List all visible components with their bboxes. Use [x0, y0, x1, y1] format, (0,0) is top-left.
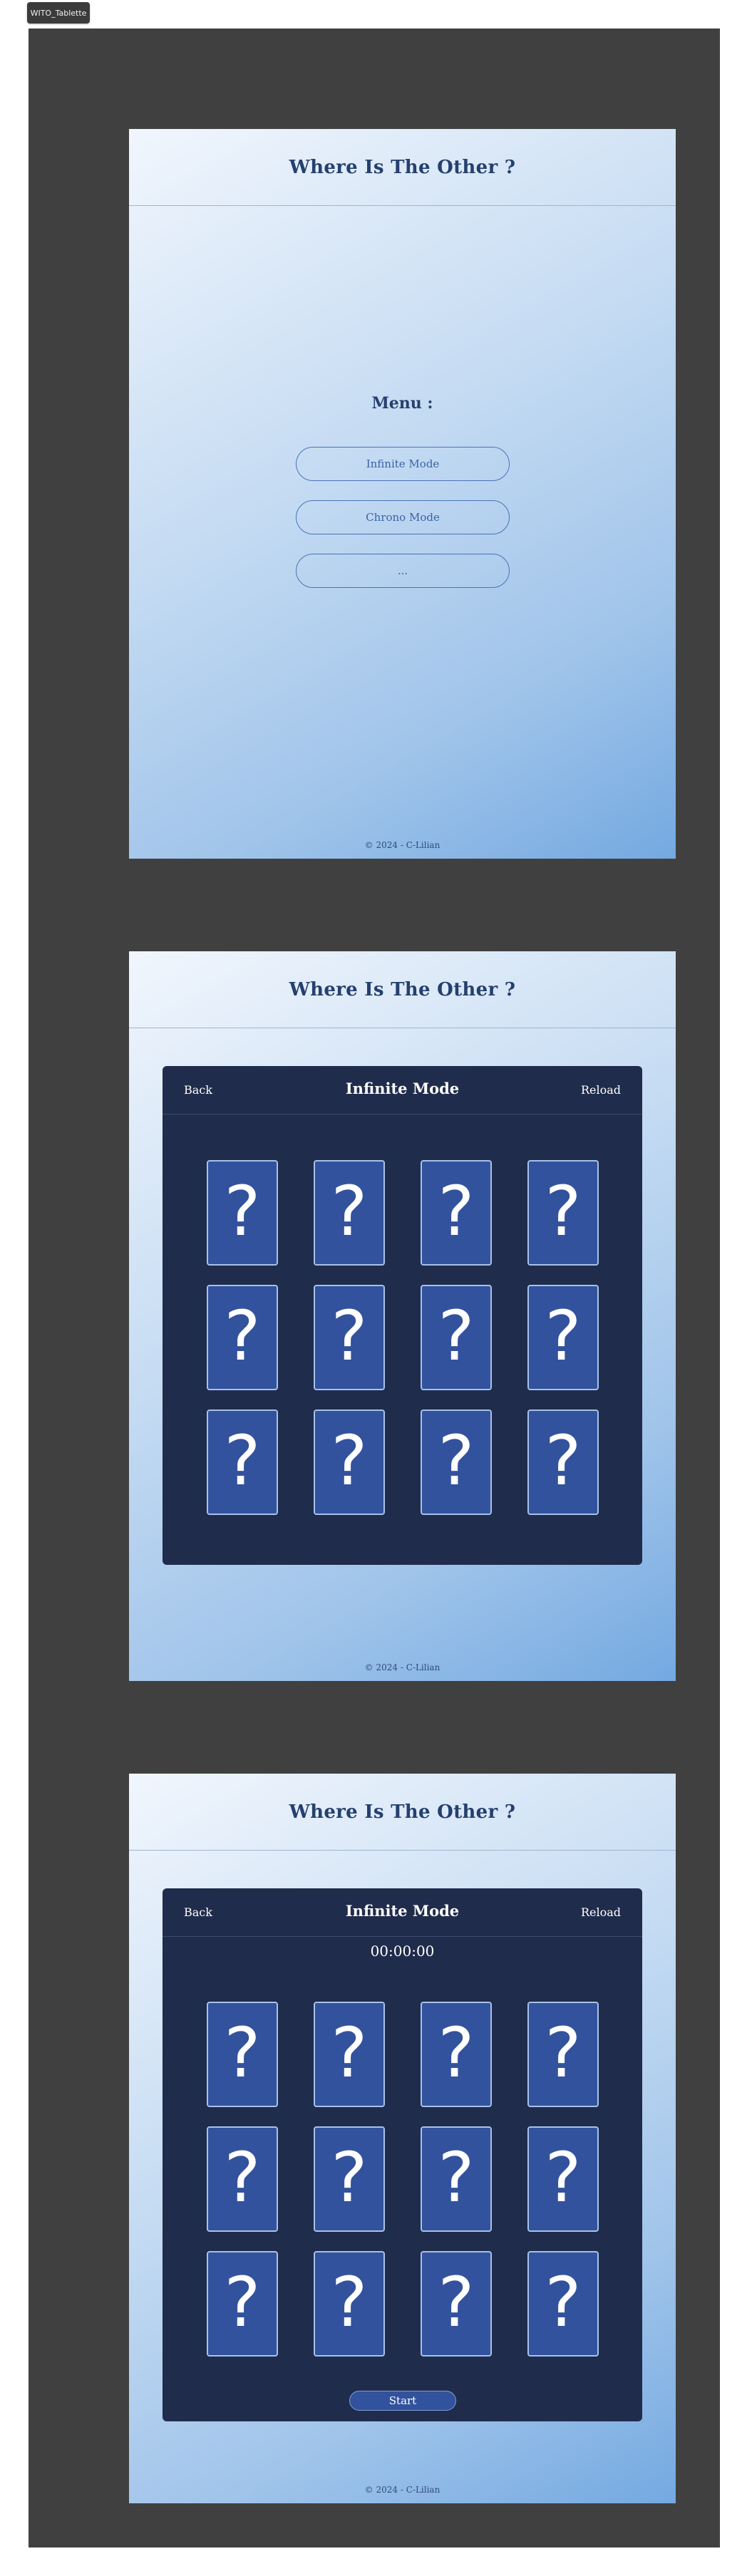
memory-card[interactable]: ?	[314, 2002, 385, 2107]
memory-card[interactable]: ?	[207, 2126, 278, 2232]
question-mark-icon: ?	[331, 1296, 368, 1376]
memory-card[interactable]: ?	[421, 1160, 492, 1266]
question-mark-icon: ?	[438, 2262, 475, 2342]
memory-card[interactable]: ?	[421, 2002, 492, 2107]
menu-heading: Menu :	[371, 394, 433, 413]
memory-card[interactable]: ?	[207, 2002, 278, 2107]
memory-card[interactable]: ?	[207, 1285, 278, 1390]
chrono-mode-screen: Where Is The Other ? Back Infinite Mode …	[129, 1774, 676, 2503]
app-header: Where Is The Other ?	[129, 951, 676, 1028]
question-mark-icon: ?	[331, 2138, 368, 2218]
chrono-mode-button[interactable]: Chrono Mode	[296, 500, 510, 534]
question-mark-icon: ?	[438, 1296, 475, 1376]
memory-card[interactable]: ?	[421, 1409, 492, 1515]
memory-card[interactable]: ?	[314, 1409, 385, 1515]
memory-card[interactable]: ?	[207, 2251, 278, 2357]
question-mark-icon: ?	[438, 2138, 475, 2218]
footer-copyright: © 2024 - C-Lilian	[364, 2485, 441, 2495]
infinite-mode-screen: Where Is The Other ? Back Infinite Mode …	[129, 951, 676, 1681]
memory-card[interactable]: ?	[207, 1160, 278, 1266]
memory-card[interactable]: ?	[421, 2126, 492, 2232]
app-header: Where Is The Other ?	[129, 1774, 676, 1851]
start-button[interactable]: Start	[349, 2391, 456, 2411]
app-title: Where Is The Other ?	[289, 1801, 516, 1823]
device-frame: Where Is The Other ? Menu : Infinite Mod…	[29, 29, 720, 2547]
menu-screen: Where Is The Other ? Menu : Infinite Mod…	[129, 129, 676, 859]
frame-label: WITO_Tablette	[27, 2, 90, 24]
game-panel: Back Infinite Mode Reload ????????????	[163, 1066, 642, 1565]
memory-card[interactable]: ?	[314, 1285, 385, 1390]
memory-card[interactable]: ?	[527, 1409, 599, 1515]
card-grid: ????????????	[163, 1888, 642, 2421]
memory-card[interactable]: ?	[314, 2126, 385, 2232]
question-mark-icon: ?	[545, 2262, 582, 2342]
app-header: Where Is The Other ?	[129, 129, 676, 206]
question-mark-icon: ?	[224, 2138, 261, 2218]
app-title: Where Is The Other ?	[289, 156, 516, 178]
memory-card[interactable]: ?	[527, 2251, 599, 2357]
question-mark-icon: ?	[331, 1421, 368, 1501]
more-modes-button[interactable]: ...	[296, 554, 510, 588]
question-mark-icon: ?	[331, 1171, 368, 1251]
game-panel: Back Infinite Mode Reload 00:00:00 ?????…	[163, 1888, 642, 2421]
question-mark-icon: ?	[545, 2138, 582, 2218]
question-mark-icon: ?	[224, 2262, 261, 2342]
question-mark-icon: ?	[331, 2262, 368, 2342]
memory-card[interactable]: ?	[314, 2251, 385, 2357]
question-mark-icon: ?	[224, 2013, 261, 2093]
memory-card[interactable]: ?	[527, 1285, 599, 1390]
app-title: Where Is The Other ?	[289, 978, 516, 1000]
infinite-mode-button[interactable]: Infinite Mode	[296, 447, 510, 481]
question-mark-icon: ?	[545, 1171, 582, 1251]
question-mark-icon: ?	[545, 1421, 582, 1501]
question-mark-icon: ?	[545, 2013, 582, 2093]
question-mark-icon: ?	[224, 1421, 261, 1501]
question-mark-icon: ?	[224, 1296, 261, 1376]
question-mark-icon: ?	[438, 1171, 475, 1251]
memory-card[interactable]: ?	[527, 2002, 599, 2107]
memory-card[interactable]: ?	[527, 1160, 599, 1266]
memory-card[interactable]: ?	[207, 1409, 278, 1515]
memory-card[interactable]: ?	[314, 1160, 385, 1266]
footer-copyright: © 2024 - C-Lilian	[364, 840, 441, 850]
question-mark-icon: ?	[438, 1421, 475, 1501]
question-mark-icon: ?	[545, 1296, 582, 1376]
memory-card[interactable]: ?	[527, 2126, 599, 2232]
question-mark-icon: ?	[331, 2013, 368, 2093]
memory-card[interactable]: ?	[421, 2251, 492, 2357]
question-mark-icon: ?	[438, 2013, 475, 2093]
memory-card[interactable]: ?	[421, 1285, 492, 1390]
card-grid: ????????????	[163, 1066, 642, 1565]
question-mark-icon: ?	[224, 1171, 261, 1251]
footer-copyright: © 2024 - C-Lilian	[364, 1662, 441, 1672]
